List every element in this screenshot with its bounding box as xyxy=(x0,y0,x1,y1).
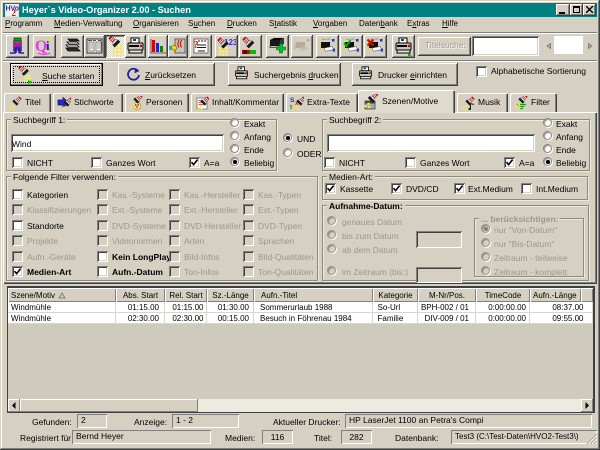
svg-text:?: ? xyxy=(194,40,199,51)
svg-text:((: (( xyxy=(177,39,183,48)
svg-text:i: i xyxy=(294,42,297,53)
svg-text:t: t xyxy=(290,104,293,110)
svg-text:i: i xyxy=(319,42,322,53)
svg-text:2: 2 xyxy=(12,8,17,17)
